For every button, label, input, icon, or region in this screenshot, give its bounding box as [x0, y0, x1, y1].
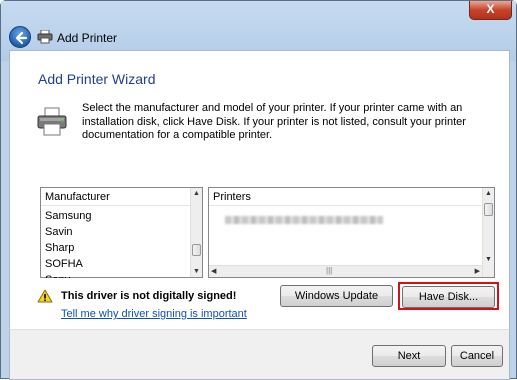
list-item[interactable]: Sharp — [45, 242, 74, 254]
unsigned-driver-warning: This driver is not digitally signed! — [61, 290, 237, 302]
next-button[interactable]: Next — [372, 345, 446, 367]
scroll-up-icon[interactable]: ▲ — [485, 190, 492, 197]
scroll-down-icon[interactable]: ▼ — [193, 268, 200, 275]
manufacturer-scrollbar[interactable]: ▲ ▼ — [190, 188, 202, 277]
back-arrow-icon — [15, 31, 28, 45]
printers-hscrollbar[interactable]: ◀ ▶ ||| — [209, 265, 482, 277]
close-button[interactable]: X — [469, 1, 512, 20]
printers-header[interactable]: Printers — [209, 188, 482, 206]
list-item[interactable]: Sony — [45, 274, 70, 278]
manufacturer-list[interactable]: Manufacturer Samsung Savin Sharp SOFHA S… — [40, 187, 203, 278]
back-button[interactable] — [9, 26, 31, 48]
printers-vscrollbar[interactable]: ▲ ▼ — [482, 188, 494, 277]
wizard-description: Select the manufacturer and model of you… — [82, 102, 466, 141]
have-disk-button[interactable]: Have Disk... — [402, 286, 495, 308]
printer-icon — [37, 30, 53, 44]
scrollbar-thumb[interactable] — [484, 203, 493, 216]
driver-signing-link[interactable]: Tell me why driver signing is important — [61, 308, 247, 320]
scrollbar-grip-icon[interactable]: ||| — [326, 266, 332, 275]
scroll-down-icon[interactable]: ▼ — [485, 256, 492, 263]
list-item[interactable]: Samsung — [45, 210, 91, 222]
manufacturer-header[interactable]: Manufacturer — [41, 188, 190, 206]
window-title: Add Printer — [57, 31, 118, 45]
cancel-button[interactable]: Cancel — [451, 345, 503, 367]
printer-large-icon — [37, 107, 67, 136]
scrollbar-thumb[interactable] — [192, 244, 201, 256]
list-item[interactable]: Savin — [45, 226, 73, 238]
wizard-heading: Add Printer Wizard — [38, 71, 156, 87]
list-item-selected[interactable]: SOFHA — [45, 258, 83, 270]
warning-icon — [37, 289, 53, 303]
windows-update-button[interactable]: Windows Update — [280, 285, 393, 307]
printers-list[interactable]: Printers ▲ ▼ ◀ ▶ ||| — [208, 187, 495, 278]
add-printer-window: X Add Printer Add Printer Wizard Select … — [0, 0, 517, 380]
scroll-left-icon[interactable]: ◀ — [211, 267, 216, 275]
blurred-printer-entry[interactable] — [225, 216, 383, 224]
scroll-up-icon[interactable]: ▲ — [193, 190, 200, 197]
scroll-right-icon[interactable]: ▶ — [475, 267, 480, 275]
